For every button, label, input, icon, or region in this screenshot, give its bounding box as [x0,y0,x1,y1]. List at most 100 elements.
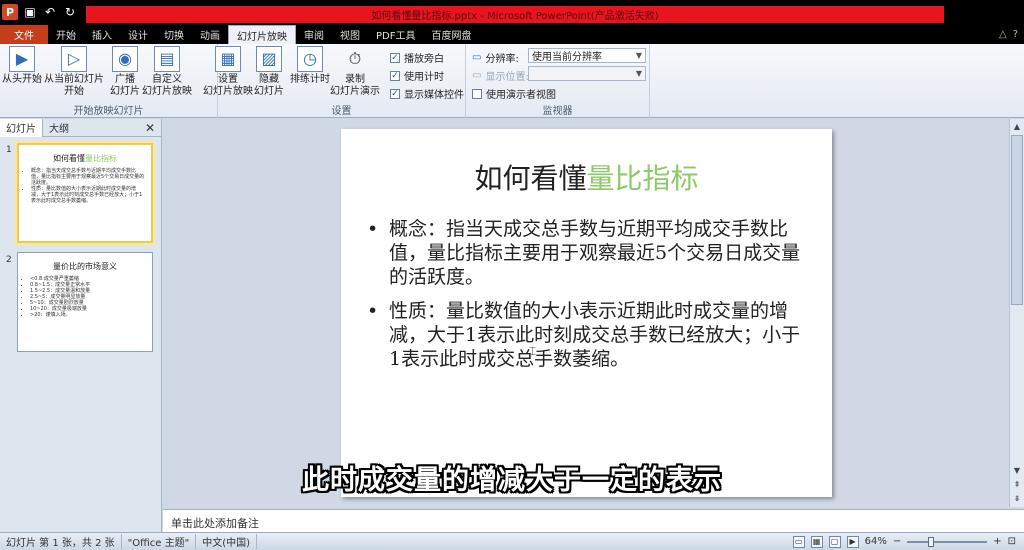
record-slideshow-button[interactable]: ⏱ 录制 幻灯片演示 [330,46,380,98]
display-icon: ▭ [472,70,482,81]
bullet-dot: • [367,218,379,240]
title-bar: P ▣ ↶ ↻ ▾ 如何看懂量比指标.pptx - Microsoft Powe… [0,0,1024,25]
slide-bullet: • 性质：量比数值的大小表示近期此时成交量的增减，大于1表示此时刻成交总手数已经… [367,300,801,370]
slideshow-view-icon[interactable]: ▶ [846,535,859,548]
play-narration-checkbox[interactable]: ✓ 播放旁白 [390,50,444,65]
group-monitors: ▭ 分辨率: 使用当前分辨率 ▼ ▭ 显示位置: ▼ 使用演示者视图 监视器 [466,44,650,118]
tab-outline[interactable]: 大纲 [43,119,75,137]
tab-baidu-netdisk[interactable]: 百度网盘 [423,25,479,44]
scroll-up-icon[interactable]: ▲ [1011,121,1023,133]
from-current-button[interactable]: ▷ 从当前幻灯片 开始 [44,46,104,98]
redo-icon[interactable]: ↻ [62,4,78,20]
zoom-out-icon[interactable]: − [893,536,901,547]
slide-number: 1 [6,145,12,155]
close-icon[interactable]: ✕ [145,121,161,135]
slideshow-start-icon: ▶ [9,46,35,72]
presenter-view-checkbox[interactable]: 使用演示者视图 [472,86,556,101]
tab-design[interactable]: 设计 [120,25,156,44]
ribbon-tabs: 文件 开始 插入 设计 切换 动画 幻灯片放映 审阅 视图 PDF工具 百度网盘… [0,25,1024,44]
tab-view[interactable]: 视图 [332,25,368,44]
setup-slideshow-icon: ▦ [215,46,241,72]
slide-thumbnail-2[interactable]: 量价比的市场意义 <0.8:成交量严重萎缩 0.8~1.5：成交量正常水平 1.… [17,252,153,352]
slide-thumbnail-1[interactable]: 如何看懂量比指标 概念：指当天成交总手数与近期平均成交手数比值，量比指标主要用于… [17,143,153,243]
group-label-monitors: 监视器 [542,106,573,117]
use-timings-checkbox[interactable]: ✓ 使用计时 [390,68,444,83]
show-on-label: ▭ 显示位置: [472,70,529,83]
broadcast-icon: ◉ [112,46,138,72]
zoom-slider[interactable] [907,536,988,547]
checkbox-unchecked [472,88,482,99]
save-icon[interactable]: ▣ [22,4,38,20]
show-media-controls-checkbox[interactable]: ✓ 显示媒体控件 [390,86,464,101]
thumb-body: <0.8:成交量严重萎缩 0.8~1.5：成交量正常水平 1.5~2.5：成交量… [18,272,152,318]
slide-number: 2 [6,255,12,265]
broadcast-button[interactable]: ◉ 广播 幻灯片 [110,46,140,98]
tab-insert[interactable]: 插入 [84,25,120,44]
show-on-dropdown[interactable]: ▼ [528,66,646,81]
theme-status[interactable]: "Office 主题" [122,534,197,549]
checkbox-checked: ✓ [390,52,400,63]
slide-title[interactable]: 如何看懂量比指标 [341,157,832,197]
tab-file[interactable]: 文件 [0,25,48,44]
from-beginning-button[interactable]: ▶ 从头开始 [2,46,42,86]
hide-slide-icon: ▨ [256,46,282,72]
slide-bullet: • 概念：指当天成交总手数与近期平均成交手数比值，量比指标主要用于观察最近5个交… [367,218,801,288]
thumb-title: 量价比的市场意义 [53,262,117,271]
minimize-ribbon-icon[interactable]: △ [999,29,1007,40]
help-icon[interactable]: ? [1013,29,1018,40]
zoom-in-icon[interactable]: + [993,536,1001,547]
reading-view-icon[interactable]: ▢ [828,535,841,548]
tab-home[interactable]: 开始 [48,25,84,44]
group-label-setup: 设置 [331,106,352,117]
group-label-start: 开始放映幻灯片 [73,106,144,117]
mouse-cursor-icon: ⌶ [529,344,537,358]
pane-tabs: 幻灯片 大纲 ✕ [0,118,161,137]
ribbon: ▶ 从头开始 ▷ 从当前幻灯片 开始 ◉ 广播 幻灯片 ▤ 自定义 幻灯片放映 … [0,44,1024,118]
tab-slides[interactable]: 幻灯片 [0,118,43,137]
slide-editing-area: 如何看懂量比指标 • 概念：指当天成交总手数与近期平均成交手数比值，量比指标主要… [163,119,1009,507]
tab-slideshow[interactable]: 幻灯片放映 [228,25,296,44]
group-setup: ▦ 设置 幻灯片放映 ▨ 隐藏 幻灯片 ◷ 排练计时 ⏱ 录制 幻灯片演示 ✓ … [203,44,466,118]
quick-access-toolbar: P ▣ ↶ ↻ ▾ [2,4,98,20]
checkbox-checked: ✓ [390,88,400,99]
tab-pdf-tools[interactable]: PDF工具 [368,25,423,44]
resolution-dropdown[interactable]: 使用当前分辨率 ▼ [528,48,646,63]
checkbox-checked: ✓ [390,70,400,81]
bullet-dot: • [367,300,379,322]
chevron-down-icon: ▼ [635,69,643,78]
view-controls: ▭ ▦ ▢ ▶ 64% − + ⊡ [792,535,1024,548]
slide-canvas[interactable]: 如何看懂量比指标 • 概念：指当天成交总手数与近期平均成交手数比值，量比指标主要… [341,129,832,497]
zoom-slider-handle[interactable] [928,536,935,547]
powerpoint-logo-icon[interactable]: P [2,4,18,20]
rehearse-timings-button[interactable]: ◷ 排练计时 [290,46,330,86]
slide-sorter-icon[interactable]: ▦ [810,535,823,548]
slide-count-status: 幻灯片 第 1 张，共 2 张 [0,534,122,549]
rehearse-timer-icon: ◷ [297,46,323,72]
tab-transitions[interactable]: 切换 [156,25,192,44]
status-bar: 幻灯片 第 1 张，共 2 张 "Office 主题" 中文(中国) ▭ ▦ ▢… [0,532,1024,550]
window-title-bar: 如何看懂量比指标.pptx - Microsoft PowerPoint(产品激… [86,6,944,23]
normal-view-icon[interactable]: ▭ [792,535,805,548]
monitor-icon: ▭ [472,52,482,63]
undo-icon[interactable]: ↶ [42,4,58,20]
language-status[interactable]: 中文(中国) [196,534,258,549]
video-subtitle: 此时成交量的增减大于一定的表示 [302,465,722,496]
ribbon-controls: △ ? [999,25,1024,44]
zoom-level[interactable]: 64% [865,536,887,547]
slide-content-placeholder[interactable]: • 概念：指当天成交总手数与近期平均成交手数比值，量比指标主要用于观察最近5个交… [367,217,807,381]
window-title: 如何看懂量比指标.pptx - Microsoft PowerPoint(产品激… [371,11,659,22]
slideshow-current-icon: ▷ [61,46,87,72]
fit-to-window-icon[interactable]: ⊡ [1008,536,1016,547]
vertical-scrollbar[interactable]: ▲ ▼ ⇞ ⇟ [1009,119,1024,507]
custom-slideshow-button[interactable]: ▤ 自定义 幻灯片放映 [142,46,192,98]
thumb-body: 概念：指当天成交总手数与近期平均成交手数比值，量比指标主要用于观察最近5个交易日… [19,164,151,204]
scrollbar-thumb[interactable] [1011,135,1023,305]
resolution-label: ▭ 分辨率: [472,52,519,65]
setup-slideshow-button[interactable]: ▦ 设置 幻灯片放映 [203,46,253,98]
notes-pane[interactable]: 单击此处添加备注 [163,509,1024,532]
record-clock-icon: ⏱ [348,49,362,68]
group-start-slideshow: ▶ 从头开始 ▷ 从当前幻灯片 开始 ◉ 广播 幻灯片 ▤ 自定义 幻灯片放映 … [0,44,218,118]
hide-slide-button[interactable]: ▨ 隐藏 幻灯片 [254,46,284,98]
tab-review[interactable]: 审阅 [296,25,332,44]
tab-animations[interactable]: 动画 [192,25,228,44]
